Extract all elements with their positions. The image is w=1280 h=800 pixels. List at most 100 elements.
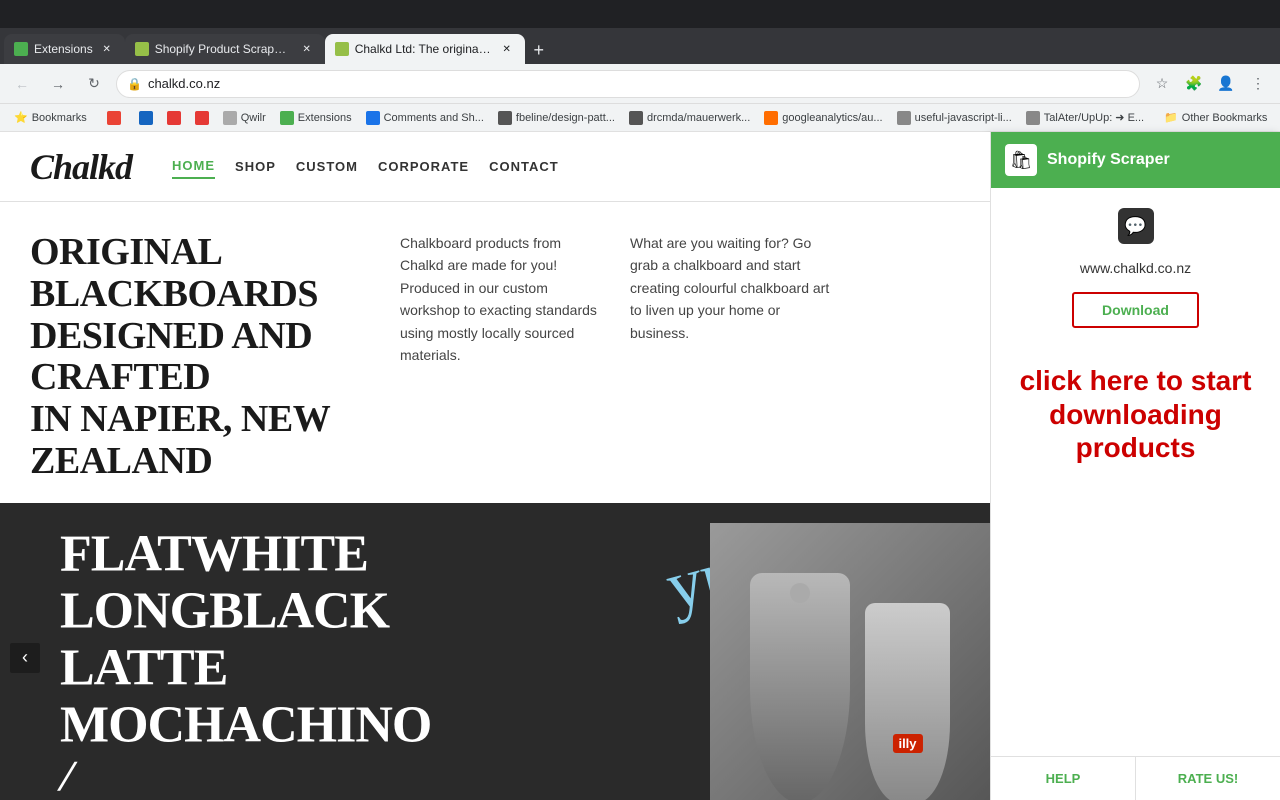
bm-favicon-comments xyxy=(366,111,380,125)
bookmark-drcmda[interactable]: drcmda/mauerwerk... xyxy=(623,109,756,127)
overlay-cta-text: click here to startdownloading products xyxy=(1005,364,1266,465)
download-button[interactable]: Download xyxy=(1072,292,1199,328)
tab-close-3[interactable]: ✕ xyxy=(499,41,515,57)
site-image-area: FLATWHITE LONGBLACK LATTE MOCHACHINO ╱ y… xyxy=(0,503,990,800)
bm-favicon-extensions xyxy=(280,111,294,125)
tab-label-3: Chalkd Ltd: The original blackbo xyxy=(355,42,493,56)
bookmark-other[interactable]: 📁 Other Bookmarks xyxy=(1158,109,1273,126)
bookmark-item-4[interactable] xyxy=(161,109,187,127)
bm-favicon-usefuljs xyxy=(897,111,911,125)
hero-title: ORIGINAL BLACKBOARDSDESIGNED AND CRAFTED… xyxy=(30,232,370,483)
bm-favicon-fbeline xyxy=(498,111,512,125)
address-text: chalkd.co.nz xyxy=(148,76,220,91)
menu-shop[interactable]: SHOP xyxy=(235,155,276,178)
bookmark-bookmarks[interactable]: ⭐ Bookmarks xyxy=(8,109,93,126)
extension-title: Shopify Scraper xyxy=(1047,151,1170,169)
bm-label-drcmda: drcmda/mauerwerk... xyxy=(647,112,750,124)
extension-body: 💬 www.chalkd.co.nz Download click here t… xyxy=(991,188,1280,756)
bookmark-ga[interactable]: googleanalytics/au... xyxy=(758,109,888,127)
hero-cta-text: What are you waiting for? Go grab a chal… xyxy=(630,235,829,341)
site-nav: Chalkd HOME SHOP CUSTOM CORPORATE CONTAC… xyxy=(0,132,990,202)
pot-2: illy xyxy=(865,603,950,800)
tab-favicon-1 xyxy=(14,42,28,56)
bm-label-comments: Comments and Sh... xyxy=(384,112,484,124)
tab-chalkd[interactable]: Chalkd Ltd: The original blackbo ✕ xyxy=(325,34,525,64)
bm-label-ga: googleanalytics/au... xyxy=(782,112,882,124)
nav-right: ☆ 🧩 👤 ⋮ xyxy=(1148,70,1272,98)
hero-title-block: ORIGINAL BLACKBOARDSDESIGNED AND CRAFTED… xyxy=(30,232,370,483)
star-icon: ⭐ xyxy=(14,111,28,124)
bookmark-extensions[interactable]: Extensions xyxy=(274,109,358,127)
tab-close-2[interactable]: ✕ xyxy=(299,41,315,57)
extension-footer: HELP RATE US! xyxy=(991,756,1280,800)
bm-favicon-3 xyxy=(139,111,153,125)
bm-favicon-4 xyxy=(167,111,181,125)
bookmark-fbeline[interactable]: fbeline/design-patt... xyxy=(492,109,621,127)
extension-url: www.chalkd.co.nz xyxy=(1080,260,1191,276)
rate-button[interactable]: RATE US! xyxy=(1136,757,1280,800)
bookmark-item-6[interactable]: Qwilr xyxy=(217,109,272,127)
os-bar xyxy=(0,0,1280,28)
extension-header: 🛍 Shopify Scraper xyxy=(991,132,1280,188)
hero-desc-text: Chalkboard products from Chalkd are made… xyxy=(400,235,597,363)
back-button[interactable]: ← xyxy=(8,70,36,98)
help-button[interactable]: HELP xyxy=(991,757,1136,800)
folder-icon: 📁 xyxy=(1164,111,1178,124)
bookmarks-label: Bookmarks xyxy=(32,112,87,124)
bm-favicon-2 xyxy=(107,111,121,125)
bookmark-item-2[interactable] xyxy=(101,109,131,127)
site-menu: HOME SHOP CUSTOM CORPORATE CONTACT xyxy=(172,154,559,179)
tab-extensions[interactable]: Extensions ✕ xyxy=(4,34,125,64)
bookmark-star-button[interactable]: ☆ xyxy=(1148,70,1176,98)
carousel-prev-button[interactable]: ‹ xyxy=(10,643,40,673)
chalkboard-text: FLATWHITE LONGBLACK LATTE MOCHACHINO ╱ xyxy=(60,525,431,790)
bm-favicon-6 xyxy=(223,111,237,125)
line-flatwhite: FLATWHITE xyxy=(60,525,431,582)
bookmarks-bar: ⭐ Bookmarks Qwilr Extensions Comments an… xyxy=(0,104,1280,132)
extension-logo: 🛍 xyxy=(1005,144,1037,176)
tab-favicon-2 xyxy=(135,42,149,56)
chat-icon: 💬 xyxy=(1118,208,1154,244)
forward-button[interactable]: → xyxy=(44,70,72,98)
tab-label-2: Shopify Product Scraper – Edit … xyxy=(155,42,293,56)
bm-favicon-ga xyxy=(764,111,778,125)
tab-shopify-scraper[interactable]: Shopify Product Scraper – Edit … ✕ xyxy=(125,34,325,64)
line-latte: LATTE xyxy=(60,640,431,697)
bookmark-item-3[interactable] xyxy=(133,109,159,127)
tab-bar: Extensions ✕ Shopify Product Scraper – E… xyxy=(0,28,1280,64)
extensions-button[interactable]: 🧩 xyxy=(1180,70,1208,98)
menu-home[interactable]: HOME xyxy=(172,154,215,179)
menu-custom[interactable]: CUSTOM xyxy=(296,155,358,178)
pot-top-1 xyxy=(790,583,810,603)
menu-contact[interactable]: CONTACT xyxy=(489,155,559,178)
tab-favicon-3 xyxy=(335,42,349,56)
bm-label-qwilr: Qwilr xyxy=(241,112,266,124)
website-content: Chalkd HOME SHOP CUSTOM CORPORATE CONTAC… xyxy=(0,132,990,800)
nav-bar: ← → ↻ 🔒 chalkd.co.nz ☆ 🧩 👤 ⋮ xyxy=(0,64,1280,104)
illy-label: illy xyxy=(892,734,922,753)
bm-label-other: Other Bookmarks xyxy=(1182,112,1268,124)
tab-label-1: Extensions xyxy=(34,42,93,56)
tab-close-1[interactable]: ✕ xyxy=(99,41,115,57)
menu-button[interactable]: ⋮ xyxy=(1244,70,1272,98)
bm-label-extensions: Extensions xyxy=(298,112,352,124)
bookmark-item-5[interactable] xyxy=(189,109,215,127)
address-bar[interactable]: 🔒 chalkd.co.nz xyxy=(116,70,1140,98)
site-logo: Chalkd xyxy=(30,146,132,188)
pot-1 xyxy=(750,573,850,800)
site-hero: ORIGINAL BLACKBOARDSDESIGNED AND CRAFTED… xyxy=(0,202,990,503)
logo-text: Chalkd xyxy=(30,147,132,187)
new-tab-button[interactable]: + xyxy=(525,36,553,64)
reload-button[interactable]: ↻ xyxy=(80,70,108,98)
bm-favicon-5 xyxy=(195,111,209,125)
bm-label-talater: TalAter/UpUp: ➜ E... xyxy=(1044,111,1144,124)
coffee-pots-area: illy xyxy=(710,523,990,800)
account-button[interactable]: 👤 xyxy=(1212,70,1240,98)
bookmark-useful-js[interactable]: useful-javascript-li... xyxy=(891,109,1018,127)
extension-panel: 🛍 Shopify Scraper 💬 www.chalkd.co.nz Dow… xyxy=(990,132,1280,800)
bookmark-talater[interactable]: TalAter/UpUp: ➜ E... xyxy=(1020,109,1150,127)
bm-label-fbeline: fbeline/design-patt... xyxy=(516,112,615,124)
hero-description: Chalkboard products from Chalkd are made… xyxy=(400,232,600,483)
bookmark-comments[interactable]: Comments and Sh... xyxy=(360,109,490,127)
menu-corporate[interactable]: CORPORATE xyxy=(378,155,469,178)
